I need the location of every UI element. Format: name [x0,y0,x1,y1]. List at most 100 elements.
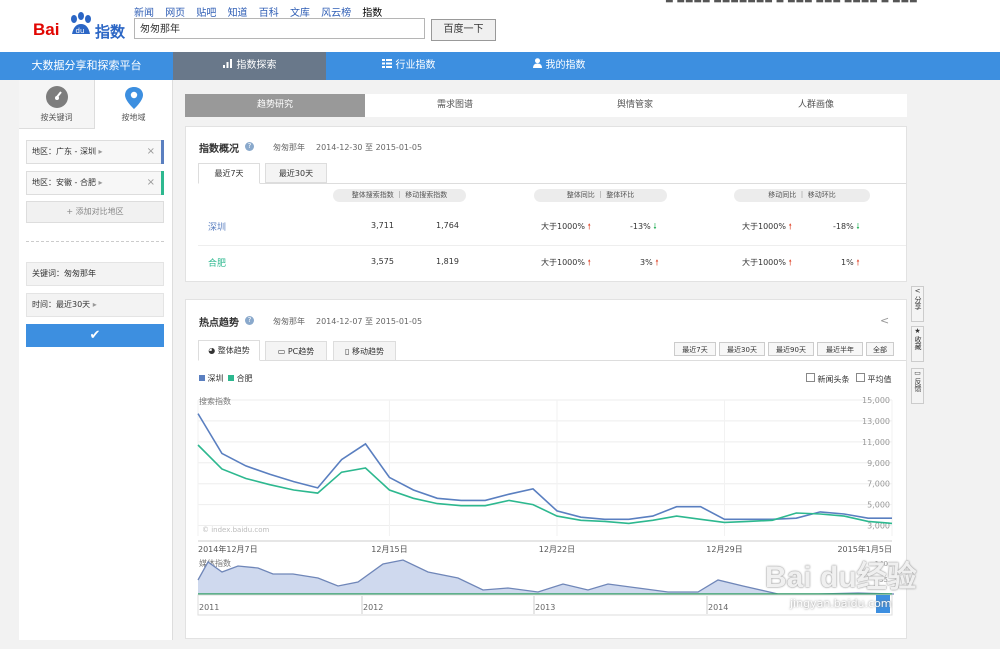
series-line-shenzhen [197,413,892,521]
range-all[interactable]: 全部 [866,342,894,356]
phone-icon: ▯ [345,347,350,356]
divider [26,241,164,242]
monitor-icon: ▭ [277,347,286,356]
time-field[interactable]: 时间：最近30天 ▸ [26,293,164,317]
region-item-hefei[interactable]: 地区：安徽 - 合肥 ▸ × [26,171,164,195]
paw-icon: du [71,12,91,35]
add-region-button[interactable]: + 添加对比地区 [26,201,164,223]
subtab-overall-label: 整体趋势 [217,346,250,355]
search-button[interactable]: 百度一下 [431,19,496,41]
y-tick-label: 7,000 [867,480,890,489]
cell-search-index: 3,711 [371,221,394,230]
grid-icon [381,52,392,80]
legend-swatch-hefei [228,375,235,381]
time-label: 时间：最近30天 [32,300,91,309]
timeline-year-label: 2012 [363,603,383,612]
confirm-button[interactable]: ✔ [26,324,164,347]
region-label: 地区：安徽 - 合肥 [32,178,96,187]
trend-title: 热点趋势 [199,318,239,329]
overview-title: 指数概况 [199,144,239,155]
nav-my-index[interactable]: 我的指数 [491,52,627,80]
row-city-hefei[interactable]: 合肥 [208,256,226,269]
region-color-bar [161,171,164,195]
location-pin-icon [123,86,145,109]
user-links[interactable]: ▬ ▬▬▬▬ ▬▬▬▬▬▬▬ ▬ ▬▬▬ ▬▬▬ ▬▬▬▬ ▬ ▬▬▬ [665,0,917,6]
subtab-pc-label: PC趋势 [287,347,315,356]
checkbox-news-headlines[interactable]: 新闻头条 [806,373,850,385]
star-icon: ★ [914,327,921,335]
region-label: 地区：广东 - 深圳 [32,147,96,156]
subtab-last7[interactable]: 最近7天 [198,163,260,184]
feedback-float-button[interactable]: ▭ 反馈 [911,368,924,404]
product-links: 新闻 网页 贴吧 知道 百科 文库 风云榜 指数 [134,4,390,19]
cell-mobile-yoy: 大于1000% 🠕 [742,222,792,231]
overview-keyword: 匆匆那年 [273,143,305,152]
header-mobile-change: 移动同比 ｜ 移动环比 [734,189,870,202]
y-tick-label: 5,000 [867,501,890,510]
tab-region-label: 按地域 [121,113,146,122]
keyword-field[interactable]: 关键词：匆匆那年 [26,262,164,286]
subtab-last30[interactable]: 最近30天 [265,163,327,183]
row-city-shenzhen[interactable]: 深圳 [208,220,226,233]
subtab-overall-trend[interactable]: ◕ 整体趋势 [198,340,260,361]
share-icon[interactable]: < [880,314,889,327]
nav-explore-label: 指数探索 [236,60,277,71]
nav-industry-label: 行业指数 [395,60,436,71]
add-region-label: 添加对比地区 [75,207,124,216]
legend-hefei[interactable]: 合肥 [237,374,253,383]
cell-mobile-mom: 1% 🠕 [841,258,860,267]
range-half-year[interactable]: 最近半年 [817,342,863,356]
nav-industry-index[interactable]: 行业指数 [326,52,491,80]
timeline-year-label: 2014 [708,603,728,612]
bar-chart-icon [222,52,233,80]
close-icon[interactable]: × [147,172,155,194]
share-float-button[interactable]: < 分享 [911,286,924,322]
checkbox-icon [856,373,865,382]
subtab-mobile-trend[interactable]: ▯ 移动趋势 [333,341,396,361]
y-axis-label: 搜索指数 [199,396,231,406]
gauge-icon [45,86,68,108]
tab-sentiment[interactable]: 舆情管家 [545,94,725,117]
close-icon[interactable]: × [147,141,155,163]
tab-by-keyword[interactable]: 按关键词 [19,80,95,129]
trend-keyword: 匆匆那年 [273,317,305,326]
x-tick-label: 12月29日 [706,545,742,554]
logo-bai: Bai [33,20,60,39]
checkbox-news-label: 新闻头条 [817,375,850,384]
feedback-icon: ▭ [914,369,921,377]
cell-overall-yoy: 大于1000% 🠕 [541,222,591,231]
tab-keyword-label: 按关键词 [40,113,73,122]
y-tick-label: 13,000 [862,417,890,426]
cell-overall-mom: 3% 🠕 [640,258,659,267]
subtab-pc-trend[interactable]: ▭ PC趋势 [265,341,327,361]
range-90d[interactable]: 最近90天 [768,342,814,356]
cell-mobile-mom: -18% 🠗 [833,222,860,231]
share-icon: < [914,287,921,295]
checkbox-average[interactable]: 平均值 [856,373,892,385]
cell-overall-yoy: 大于1000% 🠕 [541,258,591,267]
tab-audience-profile[interactable]: 人群画像 [725,94,907,117]
favorite-float-button[interactable]: ★ 收藏 [911,326,924,362]
y-tick-label: 9,000 [867,459,890,468]
timeline-year-label: 2011 [199,603,219,612]
cell-search-index: 3,575 [371,257,394,266]
search-input[interactable]: 匆匆那年 [134,18,425,39]
tab-trend-research[interactable]: 趋势研究 [185,94,365,117]
range-7d[interactable]: 最近7天 [674,342,716,356]
nav-index-explore[interactable]: 指数探索 [173,52,326,80]
region-color-bar [161,140,164,164]
tab-demand-graph[interactable]: 需求图谱 [365,94,545,117]
pie-icon: ◕ [208,346,216,355]
plus-icon: + [66,207,76,216]
range-30d[interactable]: 最近30天 [719,342,765,356]
help-icon[interactable]: ? [245,316,254,325]
tab-by-region[interactable]: 按地域 [95,80,172,128]
baidu-index-logo[interactable]: Bai du 指数 [33,12,128,44]
region-item-shenzhen[interactable]: 地区：广东 - 深圳 ▸ × [26,140,164,164]
header-overall-change: 整体同比 ｜ 整体环比 [534,189,667,202]
x-tick-label: 12月15日 [371,545,407,554]
help-icon[interactable]: ? [245,142,254,151]
chart-legend: 深圳 合肥 [199,373,253,384]
jingyan-url-watermark: jingyan.baidu.com [790,597,892,610]
legend-shenzhen[interactable]: 深圳 [208,374,224,383]
